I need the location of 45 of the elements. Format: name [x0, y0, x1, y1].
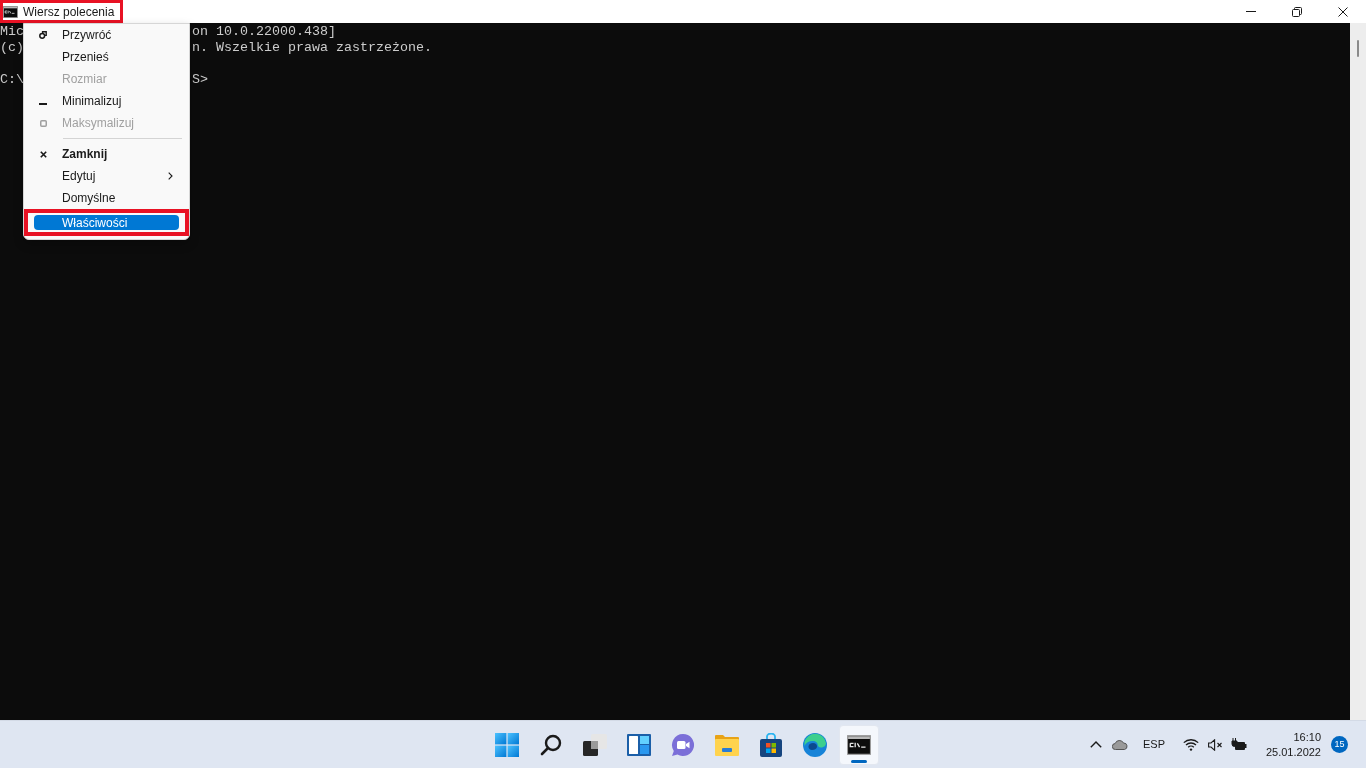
clock[interactable]: 16:10 25.01.2022 — [1263, 729, 1321, 760]
chevron-up-icon[interactable] — [1090, 741, 1102, 748]
menu-item[interactable]: Właściwości — [34, 215, 179, 230]
terminal-text: n. Wszelkie prawa zastrzeżone. — [192, 40, 432, 56]
scrollbar-thumb[interactable] — [1357, 40, 1359, 57]
terminal-text: (c) — [0, 40, 24, 56]
cloud-icon[interactable] — [1112, 739, 1128, 750]
minimize-icon — [39, 103, 47, 105]
terminal-text: C:\ — [0, 72, 24, 88]
close-icon — [1338, 6, 1348, 17]
restore-icon — [1292, 6, 1302, 17]
video-chat-icon — [671, 732, 695, 757]
muted-speaker-icon[interactable] — [1207, 738, 1223, 751]
menu-item[interactable]: Minimalizuj — [34, 90, 179, 112]
start-icon — [495, 732, 519, 757]
terminal-icon — [847, 734, 871, 755]
clock-time: 16:10 — [1293, 729, 1321, 745]
wifi-icon[interactable] — [1183, 738, 1199, 751]
menu-item[interactable]: Przywróć — [34, 24, 179, 46]
menu-item[interactable]: Edytuj — [34, 165, 179, 187]
search-icon — [540, 733, 562, 756]
terminal-text: Mic — [0, 24, 24, 40]
swirl-icon — [803, 732, 827, 757]
menu-item[interactable]: Zamknij — [34, 143, 179, 165]
maximize-icon — [39, 119, 47, 127]
clock-date: 25.01.2022 — [1265, 744, 1321, 760]
window-title: Wiersz polecenia — [23, 3, 115, 21]
shopping-bag-icon — [760, 732, 782, 757]
battery-charging-icon[interactable] — [1231, 738, 1247, 751]
menu-item[interactable]: Przenieś — [34, 46, 179, 68]
scrollbar[interactable] — [1350, 23, 1366, 720]
chevron-right-icon — [168, 172, 173, 180]
close-icon — [39, 150, 47, 158]
widgets-icon — [627, 733, 651, 756]
notification-badge[interactable]: 15 — [1331, 736, 1348, 753]
menu-item[interactable]: Domyślne — [34, 187, 179, 209]
terminal-text: S> — [192, 72, 208, 88]
overlapping-squares-icon — [583, 733, 607, 756]
terminal-icon — [3, 5, 18, 18]
folder-icon — [715, 733, 739, 756]
taskbar-button[interactable] — [839, 724, 879, 765]
restore-icon — [39, 31, 47, 39]
terminal-text: on 10.0.22000.438] — [192, 24, 336, 40]
language-indicator[interactable]: ESP — [1132, 736, 1176, 753]
minimize-icon — [1246, 11, 1256, 12]
